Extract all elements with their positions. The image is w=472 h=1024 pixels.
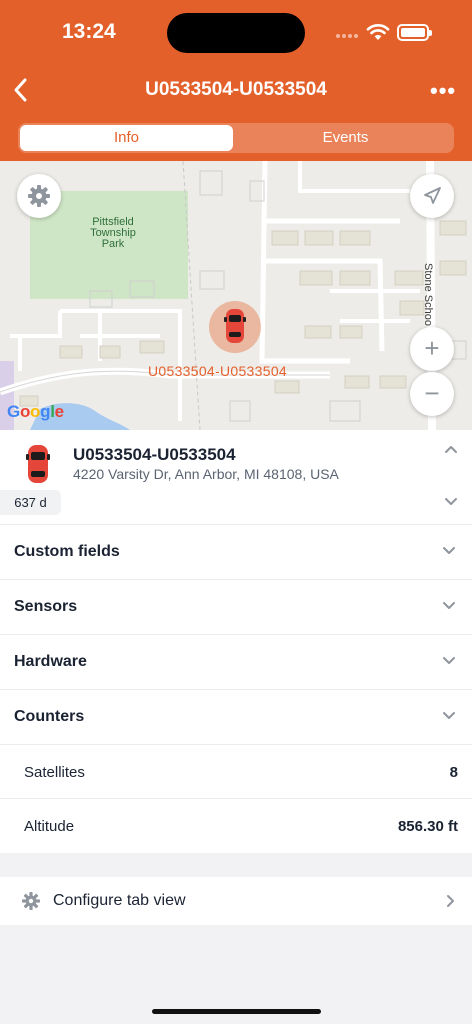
dynamic-island bbox=[167, 13, 305, 53]
google-logo: Google bbox=[7, 402, 64, 421]
wifi-icon bbox=[366, 24, 390, 40]
chevron-down-icon bbox=[443, 602, 455, 609]
unit-name: U0533504-U0533504 bbox=[73, 445, 236, 464]
section-hardware[interactable]: Hardware bbox=[0, 635, 472, 690]
tab-switcher: Info Events bbox=[18, 123, 454, 153]
locate-button[interactable] bbox=[410, 174, 454, 218]
map-label-street: Stone Schoo bbox=[422, 263, 434, 326]
clock: 13:24 bbox=[62, 20, 116, 43]
location-arrow-icon bbox=[424, 187, 441, 204]
status-bar: 13:24 bbox=[0, 0, 472, 62]
chevron-down-icon bbox=[443, 547, 455, 554]
chevron-down-icon bbox=[443, 657, 455, 664]
configure-tab-view-row[interactable]: Configure tab view bbox=[0, 877, 472, 925]
section-label: Hardware bbox=[14, 653, 87, 670]
unit-car-icon bbox=[26, 445, 50, 483]
section-label: Custom fields bbox=[14, 543, 120, 560]
map-unit-label: U0533504-U0533504 bbox=[148, 363, 287, 379]
chevron-up-icon[interactable] bbox=[444, 444, 458, 454]
map-tiles bbox=[0, 161, 472, 430]
counter-label: Satellites bbox=[24, 764, 85, 781]
page-title: U0533504-U0533504 bbox=[145, 79, 327, 100]
plus-icon: + bbox=[424, 333, 440, 363]
nav-bar: U0533504-U0533504 ••• bbox=[0, 70, 472, 110]
configure-label: Configure tab view bbox=[53, 892, 186, 909]
car-icon bbox=[224, 309, 246, 343]
battery-icon bbox=[397, 24, 432, 41]
unit-details-panel: 637 d U0533504-U0533504 4220 Varsity Dr,… bbox=[0, 430, 472, 853]
tab-events[interactable]: Events bbox=[239, 125, 452, 151]
map-label-park: Pittsfield Township Park bbox=[90, 216, 136, 250]
cellular-signal-icon bbox=[336, 34, 360, 40]
gear-icon bbox=[22, 892, 40, 910]
map-settings-button[interactable] bbox=[17, 174, 61, 218]
back-button[interactable] bbox=[10, 76, 32, 104]
more-options-button[interactable]: ••• bbox=[430, 78, 456, 103]
chevron-down-icon[interactable] bbox=[444, 497, 458, 507]
app-header: 13:24 U0533504-U0533504 ••• Info Events bbox=[0, 0, 472, 161]
last-message-age-badge: 637 d bbox=[0, 490, 61, 515]
minus-icon: − bbox=[424, 378, 440, 408]
tab-info[interactable]: Info bbox=[20, 125, 233, 151]
chevron-right-icon bbox=[447, 895, 454, 907]
counter-value: 8 bbox=[449, 764, 458, 781]
section-custom-fields[interactable]: Custom fields bbox=[0, 525, 472, 580]
section-counters[interactable]: Counters bbox=[0, 690, 472, 745]
zoom-in-button[interactable]: + bbox=[410, 327, 454, 371]
section-label: Counters bbox=[14, 708, 85, 725]
section-label: Sensors bbox=[14, 598, 78, 615]
gear-icon bbox=[28, 185, 50, 207]
home-indicator bbox=[152, 1009, 321, 1014]
map-view[interactable]: Pittsfield Township Park Stone Schoo + −… bbox=[0, 161, 472, 430]
unit-address: 4220 Varsity Dr, Ann Arbor, MI 48108, US… bbox=[73, 466, 339, 482]
chevron-down-icon bbox=[443, 712, 455, 719]
section-sensors[interactable]: Sensors bbox=[0, 580, 472, 635]
counter-row-altitude: Altitude 856.30 ft bbox=[0, 799, 472, 853]
counter-label: Altitude bbox=[24, 818, 75, 835]
counter-value: 856.30 ft bbox=[397, 818, 458, 835]
unit-summary-row[interactable]: 637 d U0533504-U0533504 4220 Varsity Dr,… bbox=[0, 430, 472, 525]
counter-row-satellites: Satellites 8 bbox=[0, 745, 472, 799]
zoom-out-button[interactable]: − bbox=[410, 372, 454, 416]
